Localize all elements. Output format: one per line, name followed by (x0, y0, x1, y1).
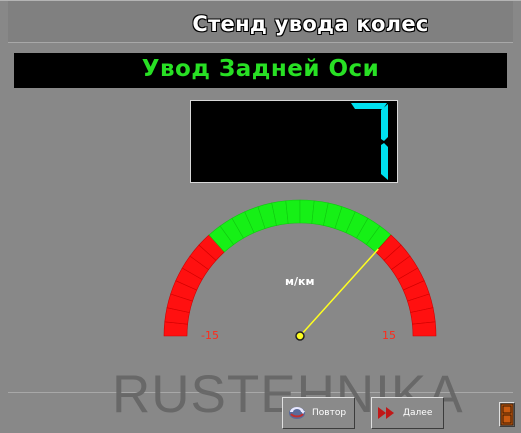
mode-banner: Увод Задней Оси (14, 53, 507, 88)
digital-readout (190, 100, 398, 183)
repeat-button[interactable]: Повтор (282, 397, 355, 429)
gauge-needle-hub (295, 331, 305, 341)
segment-b (381, 104, 388, 141)
exit-door-icon (500, 403, 514, 426)
repeat-icon (288, 405, 306, 421)
scale-max-label: 15 (382, 329, 396, 342)
next-arrows-icon (377, 406, 397, 420)
next-button-label: Далее (403, 408, 433, 418)
next-button[interactable]: Далее (371, 397, 444, 429)
gauge-segment-red (412, 321, 437, 337)
seven-segment-digit (351, 103, 388, 180)
gauge-segment-green (285, 199, 301, 224)
exit-button[interactable] (499, 402, 515, 427)
deviation-gauge (163, 199, 437, 341)
repeat-button-label: Повтор (312, 408, 347, 418)
segment-c (381, 143, 388, 180)
header-bar: Стенд увода колес (8, 1, 513, 43)
gauge-needle (299, 248, 379, 337)
app-title: Стенд увода колес (192, 12, 429, 36)
mode-title: Увод Задней Оси (141, 56, 380, 82)
unit-label: м/км (285, 275, 315, 288)
scale-min-label: -15 (201, 329, 219, 342)
segment-a (351, 103, 387, 109)
